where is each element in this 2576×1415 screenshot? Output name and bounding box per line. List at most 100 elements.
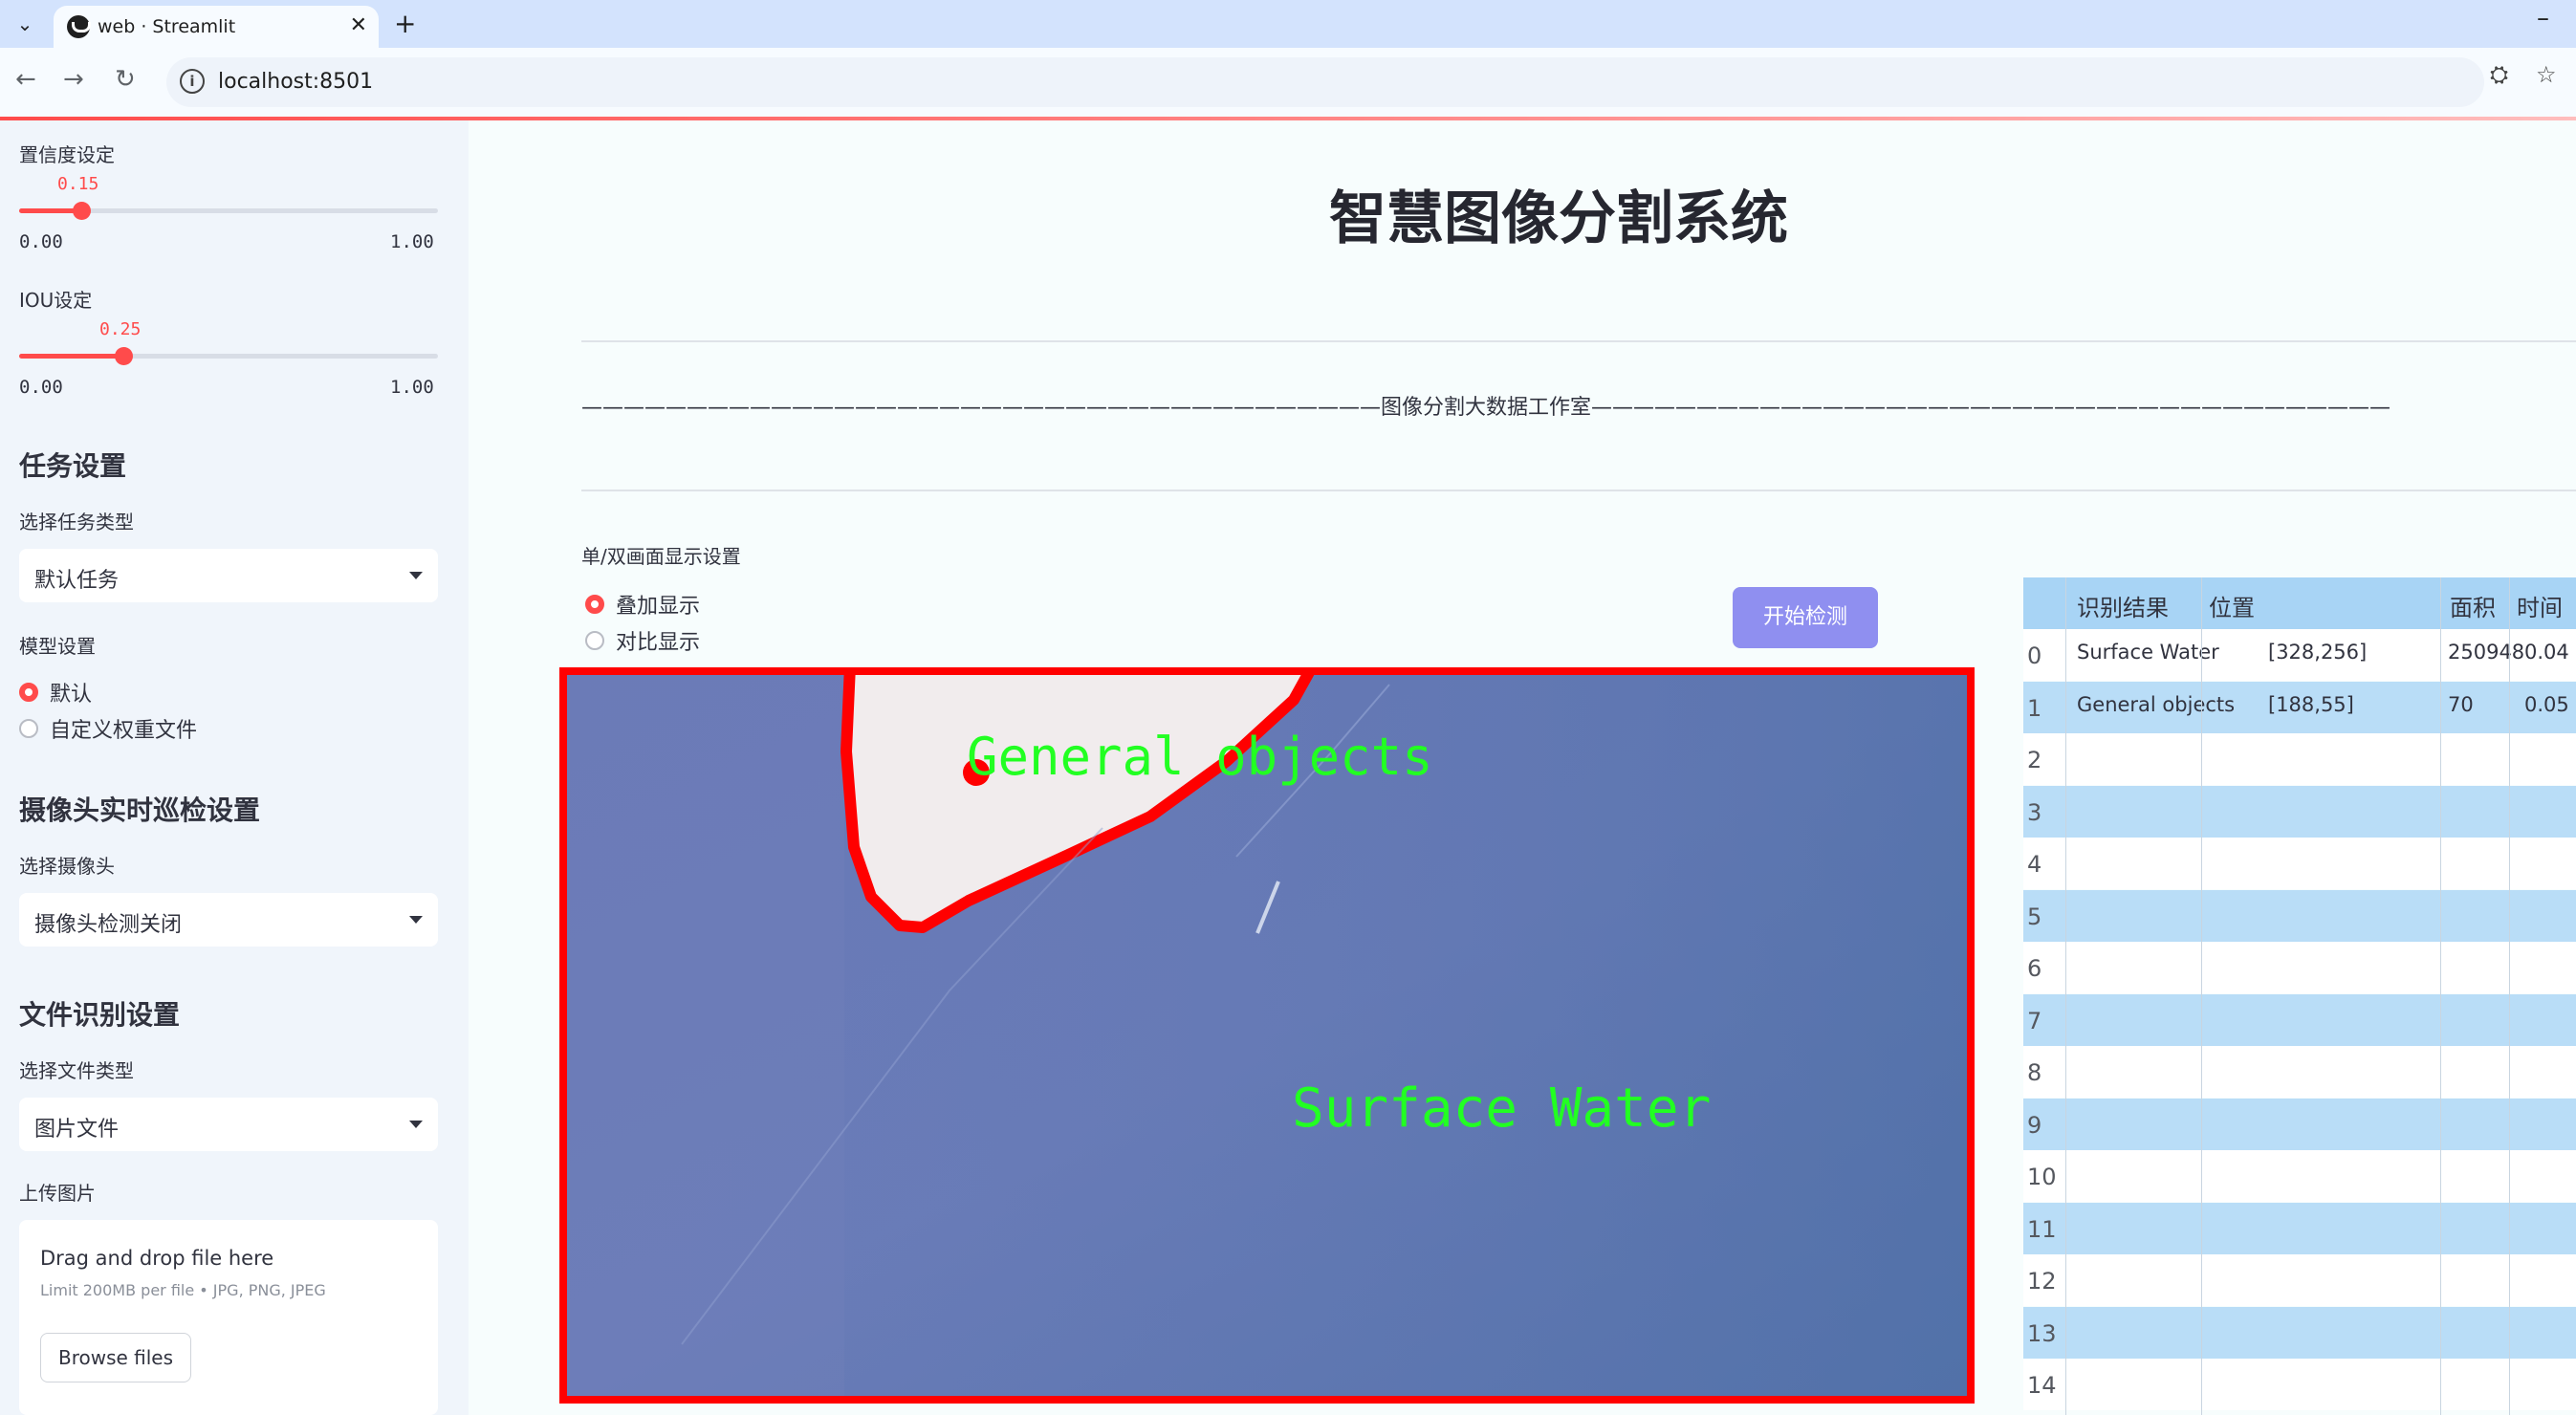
iou-value: 0.25	[99, 319, 142, 339]
browser-nav-bar: ← → ↻ i localhost:8501 ⛭ ☆	[0, 48, 2576, 117]
confidence-slider-thumb[interactable]	[73, 202, 91, 220]
cell-time: 0.04	[2524, 641, 2569, 664]
camera-value: 摄像头检测关闭	[34, 913, 183, 937]
confidence-min: 0.00	[19, 231, 63, 252]
chevron-down-icon	[409, 916, 423, 924]
model-radio-default[interactable]: 默认	[19, 677, 92, 708]
streamlit-favicon-icon	[67, 15, 91, 38]
row-index: 9	[2027, 1111, 2042, 1139]
results-table[interactable]: 识别结果 位置 面积 时间 0 Surface Water [328,256] 250…	[2023, 577, 2576, 1415]
iou-max: 1.00	[390, 377, 434, 398]
browser-tab[interactable]: web · Streamlit ✕	[54, 6, 379, 48]
file-type-value: 图片文件	[34, 1118, 120, 1142]
row-index: 10	[2027, 1164, 2057, 1190]
table-row[interactable]: 6	[2023, 942, 2576, 993]
table-row[interactable]: 11	[2023, 1202, 2576, 1254]
cell-result: General objects	[2077, 692, 2236, 716]
model-radio-default-label: 默认	[50, 683, 93, 707]
column-divider	[2509, 577, 2510, 1415]
water-left-band	[567, 675, 844, 1396]
surface-water-label: Surface Water	[1292, 1078, 1711, 1140]
task-settings-heading: 任务设置	[19, 450, 127, 482]
row-index: 12	[2027, 1268, 2057, 1295]
table-row[interactable]: 5	[2023, 889, 2576, 942]
table-row[interactable]: 12	[2023, 1254, 2576, 1306]
divider	[581, 490, 2576, 491]
row-index: 3	[2027, 798, 2042, 826]
header-time: 时间	[2517, 595, 2563, 621]
file-type-label: 选择文件类型	[19, 1059, 134, 1082]
studio-banner: ——————————————————————————————————————图像…	[581, 396, 2391, 420]
radio-selected-icon	[19, 683, 38, 702]
radio-unselected-icon	[585, 631, 604, 650]
row-index: 7	[2027, 1007, 2042, 1034]
table-row[interactable]: 0 Surface Water [328,256] 250948 0.04	[2023, 629, 2576, 681]
chevron-down-icon	[409, 572, 423, 579]
camera-settings-heading: 摄像头实时巡检设置	[19, 795, 261, 826]
header-result: 识别结果	[2077, 595, 2169, 621]
confidence-max: 1.00	[390, 231, 434, 252]
bookmark-star-icon[interactable]: ☆	[2536, 61, 2557, 88]
confidence-slider[interactable]	[19, 202, 438, 220]
table-row[interactable]: 8	[2023, 1046, 2576, 1098]
browser-tab-bar: ⌄ web · Streamlit ✕ + –	[0, 0, 2576, 48]
table-row[interactable]: 9	[2023, 1098, 2576, 1150]
upload-label: 上传图片	[19, 1182, 96, 1205]
row-index: 0	[2027, 642, 2042, 669]
new-tab-icon[interactable]: +	[394, 8, 416, 39]
confidence-label: 置信度设定	[19, 143, 115, 166]
table-row[interactable]: 2	[2023, 733, 2576, 785]
radio-selected-icon	[585, 595, 604, 614]
display-radio-compare-label: 对比显示	[616, 631, 701, 655]
display-radio-compare[interactable]: 对比显示	[585, 625, 700, 656]
address-bar[interactable]: i localhost:8501	[166, 57, 2484, 107]
header-position: 位置	[2209, 595, 2255, 621]
forward-arrow-icon[interactable]: →	[63, 65, 84, 94]
reload-icon[interactable]: ↻	[115, 65, 136, 94]
model-settings-label: 模型设置	[19, 635, 96, 658]
table-row[interactable]: 3	[2023, 785, 2576, 838]
table-row[interactable]: 7	[2023, 993, 2576, 1046]
row-index: 5	[2027, 903, 2042, 930]
file-type-select[interactable]: 图片文件	[19, 1098, 438, 1151]
table-header: 识别结果 位置 面积 时间	[2023, 577, 2576, 629]
camera-select[interactable]: 摄像头检测关闭	[19, 893, 438, 947]
translate-icon[interactable]: ⛭	[2490, 61, 2508, 88]
iou-slider[interactable]	[19, 347, 438, 365]
cell-position: [188,55]	[2268, 692, 2354, 716]
close-tab-icon[interactable]: ✕	[350, 13, 367, 37]
browse-files-button[interactable]: Browse files	[40, 1333, 191, 1382]
display-radio-overlay-label: 叠加显示	[616, 595, 701, 619]
segmentation-canvas: General objects Surface Water	[567, 675, 1967, 1396]
sidebar: 置信度设定 0.15 0.00 1.00 IOU设定 0.25 0.00 1.0…	[0, 120, 469, 1415]
header-area: 面积	[2450, 595, 2496, 621]
row-index: 4	[2027, 851, 2042, 878]
iou-slider-thumb[interactable]	[115, 347, 133, 365]
model-radio-custom[interactable]: 自定义权重文件	[19, 713, 197, 744]
start-detection-button[interactable]: 开始检测	[1733, 587, 1878, 648]
url-text: localhost:8501	[218, 70, 374, 94]
display-radio-overlay[interactable]: 叠加显示	[585, 589, 700, 620]
table-row[interactable]: 1 General objects [188,55] 70 0.05	[2023, 681, 2576, 733]
minimize-window-icon[interactable]: –	[2537, 4, 2549, 33]
radio-unselected-icon	[19, 719, 38, 738]
tab-search-chevron-icon[interactable]: ⌄	[8, 8, 42, 40]
row-index: 13	[2027, 1319, 2057, 1347]
row-index: 14	[2027, 1372, 2057, 1399]
cell-area: 70	[2448, 692, 2474, 716]
table-row[interactable]: 10	[2023, 1150, 2576, 1202]
task-type-select[interactable]: 默认任务	[19, 549, 438, 602]
file-dropzone[interactable]: Drag and drop file here Limit 200MB per …	[19, 1220, 438, 1415]
row-index: 8	[2027, 1059, 2042, 1086]
column-divider	[2201, 577, 2202, 1415]
iou-slider-fill	[19, 354, 124, 359]
table-row[interactable]: 13	[2023, 1306, 2576, 1359]
model-radio-custom-label: 自定义权重文件	[50, 719, 198, 743]
back-arrow-icon[interactable]: ←	[15, 65, 36, 94]
table-row[interactable]: 4	[2023, 838, 2576, 889]
table-row[interactable]: 14	[2023, 1359, 2576, 1410]
task-type-label: 选择任务类型	[19, 511, 134, 533]
row-index: 6	[2027, 955, 2042, 982]
site-info-icon[interactable]: i	[180, 69, 205, 94]
camera-label: 选择摄像头	[19, 855, 115, 878]
